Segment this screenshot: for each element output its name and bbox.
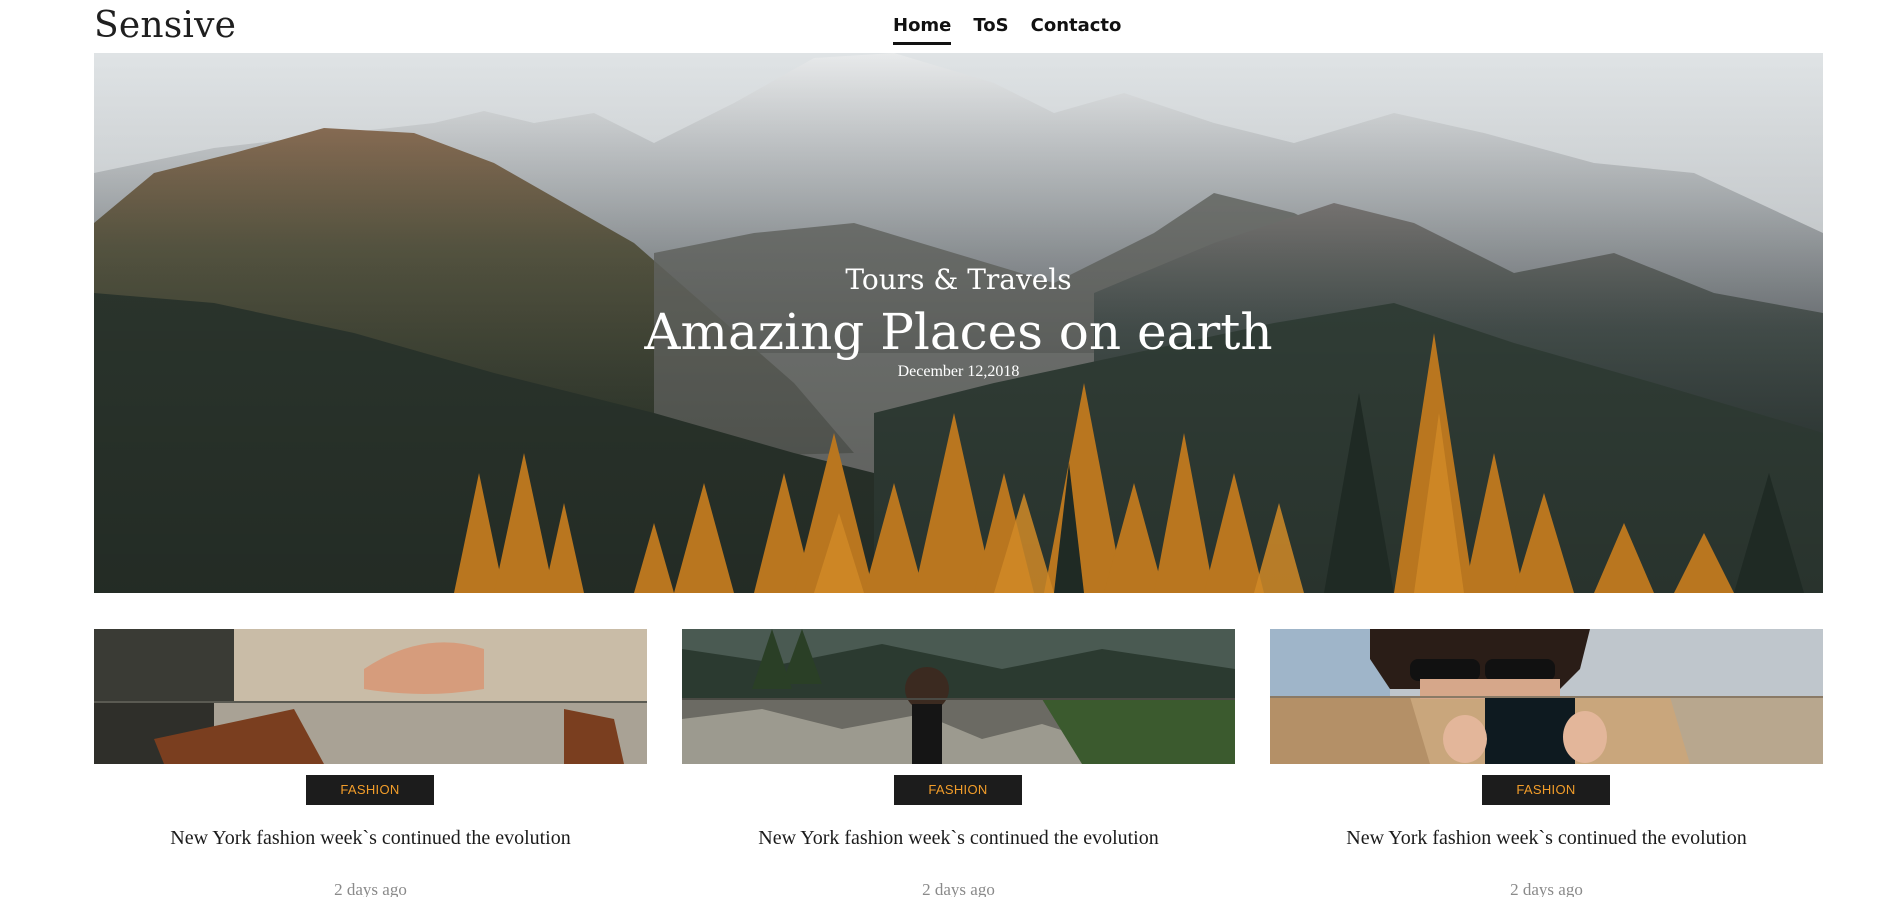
hero-title[interactable]: Amazing Places on earth: [94, 301, 1823, 363]
hero-date: December 12,2018: [897, 363, 1020, 380]
post-card-image[interactable]: [94, 629, 647, 764]
hero-banner[interactable]: Tours & Travels Amazing Places on earth …: [94, 53, 1823, 593]
nav-item-tos[interactable]: ToS: [973, 14, 1008, 45]
post-title[interactable]: New York fashion week`s continued the ev…: [1270, 825, 1823, 851]
category-badge[interactable]: FASHION: [306, 775, 434, 805]
main-nav: Home ToS Contacto: [893, 14, 1121, 45]
hero-category[interactable]: Tours & Travels: [94, 263, 1823, 297]
post-card-image[interactable]: [682, 629, 1235, 764]
post-date: 2 days ago: [1510, 880, 1583, 897]
post-date: 2 days ago: [334, 880, 407, 897]
post-title[interactable]: New York fashion week`s continued the ev…: [94, 825, 647, 851]
nav-item-contacto[interactable]: Contacto: [1031, 14, 1122, 45]
category-badge[interactable]: FASHION: [894, 775, 1022, 805]
post-date: 2 days ago: [922, 880, 995, 897]
site-logo[interactable]: Sensive: [94, 4, 236, 48]
post-cards: FASHION New York fashion week`s continue…: [94, 629, 1823, 897]
category-badge[interactable]: FASHION: [1482, 775, 1610, 805]
nav-item-home[interactable]: Home: [893, 14, 952, 45]
post-title[interactable]: New York fashion week`s continued the ev…: [682, 825, 1235, 851]
site-header: Sensive Home ToS Contacto: [94, 0, 1823, 53]
page: Sensive Home ToS Contacto Tours & Travel…: [0, 0, 1902, 897]
post-card-image[interactable]: [1270, 629, 1823, 764]
